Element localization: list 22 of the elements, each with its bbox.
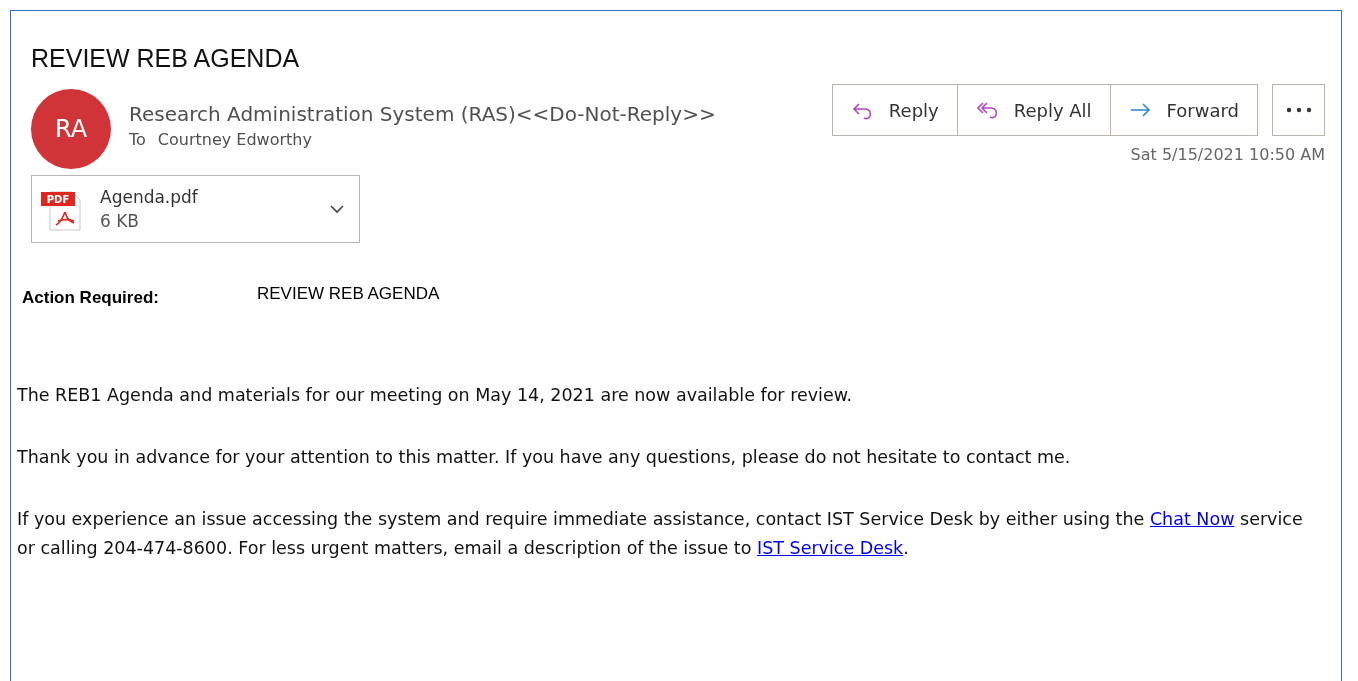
reply-button[interactable]: Reply All — [956, 85, 1110, 135]
recipient-name: Courtney Edworthy — [157, 129, 312, 151]
more-icon — [1285, 107, 1312, 113]
forward-button[interactable]: Forward — [1109, 85, 1257, 135]
body-paragraph: If you experience an issue accessing the system and require immediate assistance, contact IST Service Desk by either using the Chat Now service or calling 204-474-8600. For less urgent matters, email a description of the issue to IST Service Desk. — [17, 507, 1304, 560]
avatar: RA — [31, 89, 111, 169]
reply-button[interactable]: Reply — [832, 85, 957, 135]
body-paragraph: Thank you in advance for your attention to this matter. If you have any questions, please do not hesitate to contact me. — [17, 445, 1072, 469]
date-time: Sat 5/15/2021 10:50 AM — [1130, 144, 1325, 166]
action-required-value: REVIEW REB AGENDA — [257, 283, 440, 305]
to-label: To — [129, 129, 146, 151]
attachment-size: 6 KB — [100, 210, 141, 233]
body-paragraph: The REB1 Agenda and materials for our meeting on May 14, 2021 are now available for review. — [17, 383, 853, 407]
attachment-card[interactable]: PDF Agenda.pdf 6 KB — [31, 175, 360, 243]
chevron-down-icon[interactable] — [329, 204, 345, 214]
action-required-label: Action Required: — [22, 287, 160, 309]
sender-name: Research Administration System (RAS)<<Do-Not-Reply>> — [129, 101, 716, 128]
text-link[interactable]: IST Service Desk — [757, 537, 904, 558]
reply-all-arrow-icon — [975, 100, 1000, 120]
email-subject: REVIEW REB AGENDA — [31, 43, 301, 74]
attachment-name: Agenda.pdf — [100, 186, 199, 209]
text-link[interactable]: Chat Now — [1149, 508, 1235, 529]
